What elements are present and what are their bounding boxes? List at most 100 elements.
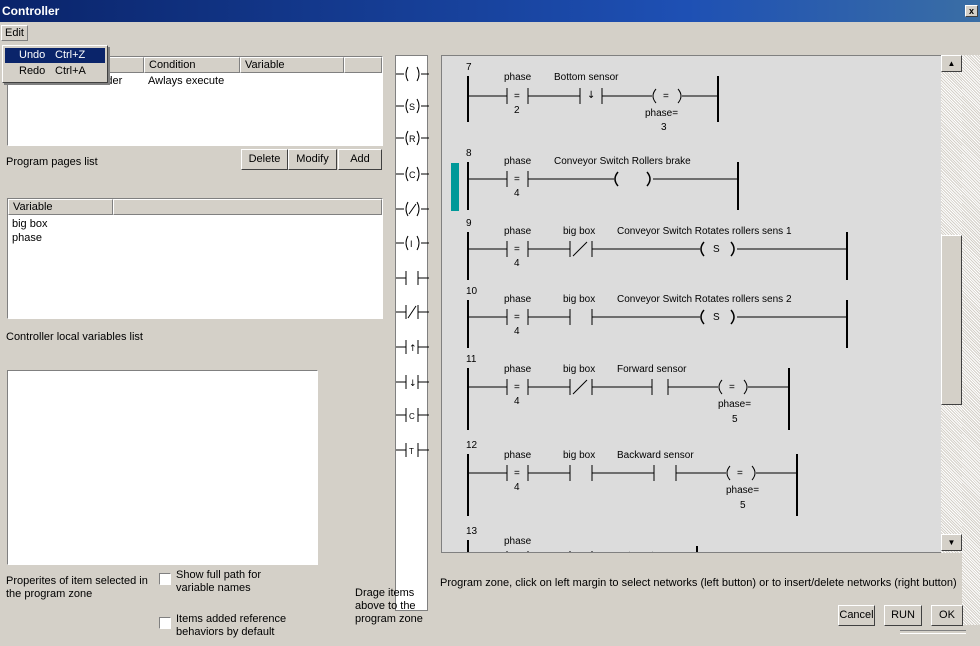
network-9[interactable]: 9 phase = 4 big box Conveyor Switch Rota… [442, 218, 942, 288]
var-label: phase [504, 294, 532, 305]
selected-network-marker [451, 163, 459, 211]
var-label: phase [504, 536, 532, 547]
var-label: phase [504, 72, 532, 83]
contact-label-2: Backward sensor [617, 450, 694, 461]
value-label: 4 [514, 258, 520, 269]
contact-label-2: Forward sensor [617, 364, 687, 375]
contact-label: big box [563, 226, 596, 237]
value-label: 4 [514, 482, 520, 493]
op-label: = [514, 468, 520, 479]
list-item[interactable]: phase [12, 232, 42, 245]
resize-grip[interactable] [900, 630, 966, 634]
coil-symbol: = [729, 382, 735, 393]
svg-text:↓: ↓ [409, 379, 417, 389]
program-pages-label: Program pages list [6, 156, 98, 168]
palette-set-coil[interactable]: S [396, 96, 429, 116]
palette-contact-nc[interactable] [396, 302, 429, 322]
undo-label: Undo [19, 49, 46, 61]
contact-symbol: ↓ [587, 90, 596, 101]
menu-edit[interactable]: Edit [1, 25, 28, 41]
palette-negated-coil[interactable] [396, 199, 429, 219]
network-8[interactable]: 8 phase = 4 Conveyor Switch Rollers brak… [442, 148, 942, 218]
contact-label: big box [563, 294, 596, 305]
program-zone-scrollbar[interactable]: ▲ ▼ [941, 55, 962, 553]
svg-text:T: T [409, 447, 414, 456]
scroll-thumb[interactable] [941, 235, 962, 405]
network-12[interactable]: 12 phase = 4 big box Backward sensor = p… [442, 440, 942, 516]
redo-shortcut: Ctrl+A [55, 65, 86, 77]
var-label: phase [504, 450, 532, 461]
triangle-up-icon: ▲ [947, 59, 956, 68]
coil-symbol: = [663, 91, 669, 102]
svg-text:I: I [410, 239, 413, 249]
coil-symbol: S [713, 312, 720, 323]
add-button[interactable]: Add [338, 149, 382, 170]
palette-c-coil[interactable]: C [396, 164, 429, 184]
network-11[interactable]: 11 phase = 4 big box Forward sensor = ph… [442, 354, 942, 430]
col-header-filler [113, 199, 382, 215]
svg-text:S: S [409, 102, 415, 112]
palette-contact-falling[interactable]: ↓ [396, 372, 429, 392]
delete-button[interactable]: Delete [241, 149, 288, 170]
output-label: phase= [726, 485, 760, 496]
reference-behaviors-label: Items added reference behaviors by defau… [176, 613, 287, 638]
window-titlebar: Controller [0, 0, 980, 22]
row-condition: Awlays execute [148, 75, 225, 87]
value-label: 4 [514, 326, 520, 337]
right-hatch-strip [962, 55, 980, 625]
palette-contact-c[interactable]: C [396, 405, 429, 425]
value-label: 4 [514, 396, 520, 407]
scroll-up-button[interactable]: ▲ [941, 55, 962, 72]
network-10[interactable]: 10 phase = 4 big box Conveyor Switch Rot… [442, 286, 942, 356]
ladder-palette: S R C I ↑ ↓ C T [395, 55, 429, 611]
menu-item-redo[interactable]: Redo Ctrl+A [5, 64, 105, 79]
reference-behaviors-checkbox[interactable] [159, 617, 171, 629]
var-label: phase [504, 226, 532, 237]
palette-reset-coil[interactable]: R [396, 128, 429, 148]
local-variables-list[interactable]: Variable big box phase [7, 198, 383, 319]
contact-label: big box [563, 364, 596, 375]
palette-contact-no[interactable] [396, 268, 429, 288]
op-label: = [514, 91, 520, 102]
window-title: Controller [2, 4, 60, 18]
menu-item-undo[interactable]: Undo Ctrl+Z [5, 48, 105, 63]
properties-label: Properites of item selected in the progr… [6, 575, 148, 600]
close-button[interactable]: x [965, 5, 978, 17]
op-label: = [514, 174, 520, 185]
palette-contact-t[interactable]: T [396, 440, 429, 460]
network-13[interactable]: 13 phase [442, 526, 942, 552]
value-label: 4 [514, 188, 520, 199]
coil-label: Conveyor Switch Rotates rollers sens 2 [617, 294, 792, 305]
svg-text:R: R [409, 134, 416, 144]
coil-symbol: S [713, 244, 720, 255]
palette-coil[interactable] [396, 64, 429, 84]
network-7[interactable]: 7 phase = 2 Bottom sensor ↓ = phase= 3 [442, 62, 942, 133]
op-label: = [514, 244, 520, 255]
scroll-down-button[interactable]: ▼ [941, 534, 962, 551]
col-header-variable[interactable]: Variable [240, 57, 344, 73]
output-value: 5 [740, 500, 746, 511]
show-full-path-checkbox[interactable] [159, 573, 171, 585]
triangle-down-icon: ▼ [947, 538, 956, 547]
output-value: 5 [732, 414, 738, 425]
list-item[interactable]: big box [12, 218, 47, 231]
properties-panel [7, 370, 318, 565]
contact-label: Bottom sensor [554, 72, 619, 83]
coil-symbol: = [737, 468, 743, 479]
col-header-filler [344, 57, 382, 73]
run-button[interactable]: RUN [884, 605, 922, 626]
ok-button[interactable]: OK [931, 605, 963, 626]
col-header-variable[interactable]: Variable [8, 199, 113, 215]
palette-i-coil[interactable]: I [396, 233, 429, 253]
menu-bar: Edit [0, 24, 980, 42]
program-zone[interactable]: 7 phase = 2 Bottom sensor ↓ = phase= 3 8 [441, 55, 962, 553]
edit-dropdown-menu: Undo Ctrl+Z Redo Ctrl+A [2, 45, 108, 83]
coil-label: Conveyor Switch Rollers brake [554, 156, 691, 167]
svg-text:C: C [409, 412, 415, 421]
output-value: 3 [661, 122, 667, 133]
cancel-button[interactable]: Cancel [838, 605, 875, 626]
palette-contact-rising[interactable]: ↑ [396, 337, 429, 357]
modify-button[interactable]: Modify [288, 149, 337, 170]
contact-label: big box [563, 450, 596, 461]
col-header-condition[interactable]: Condition [144, 57, 240, 73]
